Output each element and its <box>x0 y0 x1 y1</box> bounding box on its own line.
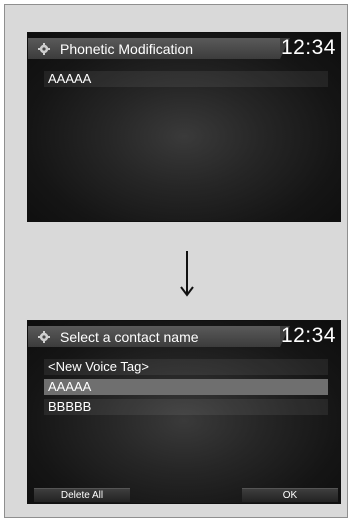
clock: 12:34 <box>280 324 336 347</box>
contact-list: <New Voice Tag> AAAAA BBBBB <box>44 359 328 419</box>
list-item-selected[interactable]: AAAAA <box>44 379 328 395</box>
arrow-down-icon <box>180 251 194 297</box>
title-bar: Select a contact name 12:34 <box>28 321 340 351</box>
gear-icon <box>36 329 52 345</box>
title-tab: Select a contact name <box>28 326 290 347</box>
list-item[interactable]: BBBBB <box>44 399 328 415</box>
ok-button[interactable]: OK <box>242 488 338 502</box>
select-contact-screen: Select a contact name 12:34 <New Voice T… <box>27 320 341 504</box>
figure-frame: Phonetic Modification 12:34 AAAAA Select… <box>4 4 348 518</box>
clock: 12:34 <box>280 36 336 59</box>
delete-all-button[interactable]: Delete All <box>34 488 130 502</box>
screen-title: Phonetic Modification <box>60 40 194 57</box>
gear-icon <box>36 41 52 57</box>
phonetic-modification-screen: Phonetic Modification 12:34 AAAAA <box>27 32 341 222</box>
contact-list: AAAAA <box>44 71 328 91</box>
list-item[interactable]: AAAAA <box>44 71 328 87</box>
title-bar: Phonetic Modification 12:34 <box>28 33 340 63</box>
screen-title: Select a contact name <box>60 328 199 345</box>
title-tab: Phonetic Modification <box>28 38 290 59</box>
list-item-new-voice-tag[interactable]: <New Voice Tag> <box>44 359 328 375</box>
softkey-bar: Delete All OK <box>28 487 340 503</box>
